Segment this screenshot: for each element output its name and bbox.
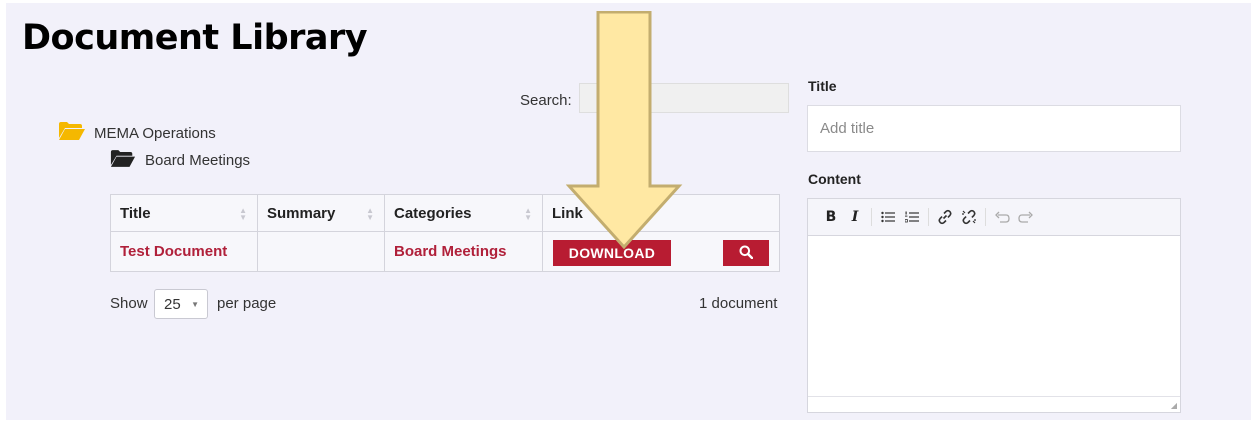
tree-item-board-meetings[interactable]: Board Meetings bbox=[110, 150, 250, 171]
toolbar-separator bbox=[928, 208, 929, 226]
search-icon bbox=[739, 245, 754, 262]
content-field-label: Content bbox=[808, 171, 861, 187]
redo-icon[interactable] bbox=[1015, 205, 1037, 229]
title-input[interactable] bbox=[807, 105, 1181, 152]
cell-summary bbox=[257, 231, 385, 272]
bold-icon[interactable]: B bbox=[820, 205, 842, 229]
page-title: Document Library bbox=[22, 18, 368, 58]
italic-icon[interactable]: I bbox=[844, 205, 866, 229]
folder-open-icon bbox=[58, 122, 86, 144]
column-header-title[interactable]: Title ▲ ▼ bbox=[110, 194, 258, 232]
title-field-label: Title bbox=[808, 78, 837, 94]
search-label: Search: bbox=[520, 92, 572, 109]
content-editor: B I ◢ bbox=[807, 198, 1181, 413]
tree-item-mema-operations[interactable]: MEMA Operations bbox=[58, 122, 216, 144]
document-count: 1 document bbox=[699, 295, 778, 312]
sort-icon: ▲ ▼ bbox=[524, 206, 532, 222]
cell-categories: Board Meetings bbox=[384, 231, 543, 272]
sort-icon: ▲ ▼ bbox=[239, 206, 247, 222]
tree-item-label: MEMA Operations bbox=[94, 124, 216, 142]
per-page-select[interactable]: 25 ▼ bbox=[154, 289, 208, 319]
toolbar-separator bbox=[871, 208, 872, 226]
page-container: Document Library Search: MEMA Operations… bbox=[6, 3, 1251, 420]
numbered-list-icon[interactable] bbox=[901, 205, 923, 229]
toolbar-separator bbox=[985, 208, 986, 226]
undo-icon[interactable] bbox=[991, 205, 1013, 229]
tree-item-label: Board Meetings bbox=[145, 152, 251, 169]
document-title-link[interactable]: Test Document bbox=[120, 243, 227, 260]
annotation-arrow bbox=[566, 11, 683, 250]
per-page-value: 25 bbox=[164, 295, 181, 313]
column-header-label: Summary bbox=[267, 204, 336, 222]
preview-button[interactable] bbox=[723, 240, 769, 266]
category-link[interactable]: Board Meetings bbox=[394, 243, 507, 260]
sort-icon: ▲ ▼ bbox=[366, 206, 374, 222]
bullet-list-icon[interactable] bbox=[877, 205, 899, 229]
column-header-label: Categories bbox=[394, 204, 472, 222]
link-icon[interactable] bbox=[934, 205, 956, 229]
unlink-icon[interactable] bbox=[958, 205, 980, 229]
per-page-label: per page bbox=[217, 295, 277, 312]
column-header-label: Title bbox=[120, 204, 151, 222]
show-label: Show bbox=[110, 295, 148, 312]
editor-content-area[interactable] bbox=[808, 236, 1180, 396]
column-header-categories[interactable]: Categories ▲ ▼ bbox=[384, 194, 543, 232]
editor-toolbar: B I bbox=[808, 199, 1180, 236]
caret-down-icon: ▼ bbox=[191, 300, 199, 309]
resize-handle-icon[interactable]: ◢ bbox=[1171, 401, 1177, 410]
editor-statusbar: ◢ bbox=[808, 396, 1180, 412]
column-header-summary[interactable]: Summary ▲ ▼ bbox=[257, 194, 385, 232]
cell-title: Test Document bbox=[110, 231, 258, 272]
folder-open-icon bbox=[110, 150, 136, 171]
